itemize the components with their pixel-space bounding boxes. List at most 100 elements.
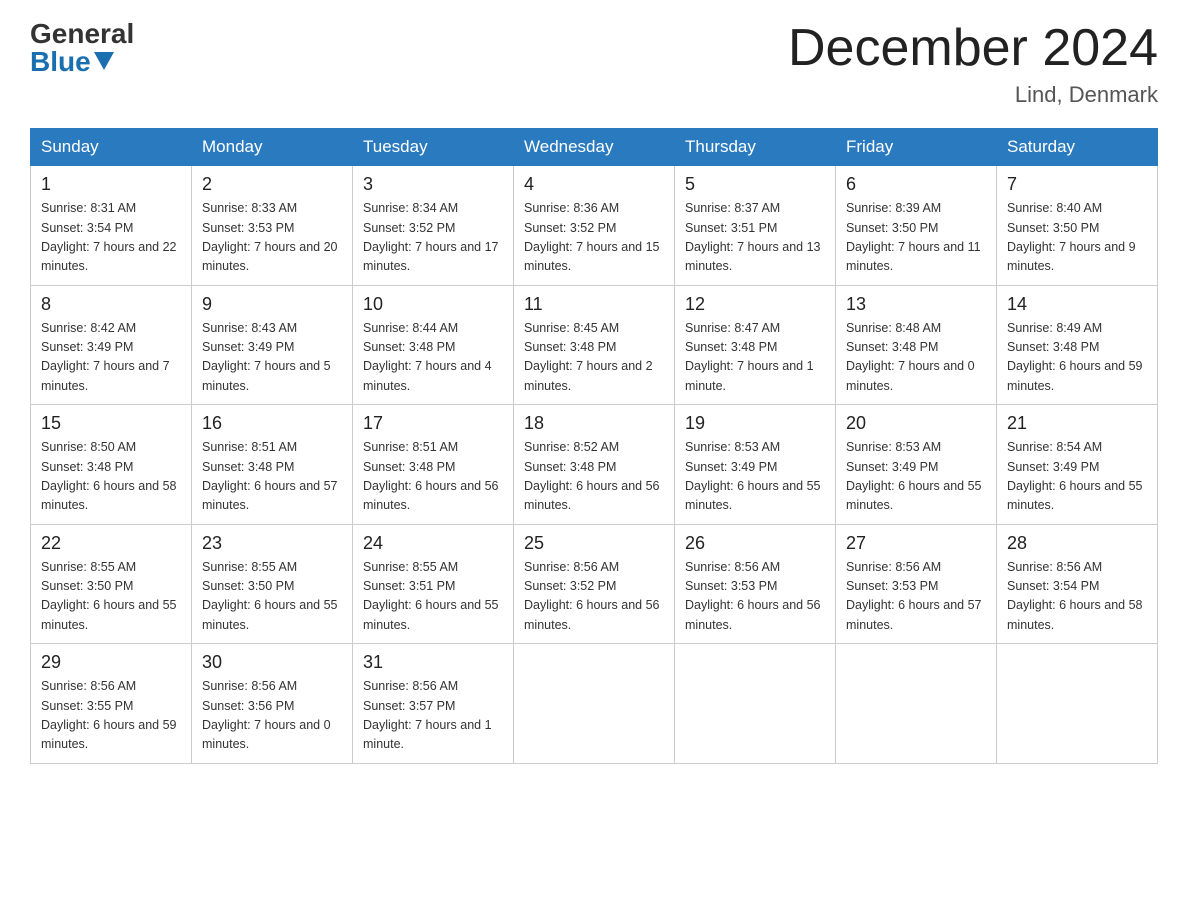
day-number: 1 bbox=[41, 174, 181, 195]
table-row: 23 Sunrise: 8:55 AM Sunset: 3:50 PM Dayl… bbox=[192, 524, 353, 644]
table-row: 28 Sunrise: 8:56 AM Sunset: 3:54 PM Dayl… bbox=[997, 524, 1158, 644]
table-row: 15 Sunrise: 8:50 AM Sunset: 3:48 PM Dayl… bbox=[31, 405, 192, 525]
day-info: Sunrise: 8:36 AM Sunset: 3:52 PM Dayligh… bbox=[524, 199, 664, 277]
table-row: 20 Sunrise: 8:53 AM Sunset: 3:49 PM Dayl… bbox=[836, 405, 997, 525]
table-row: 14 Sunrise: 8:49 AM Sunset: 3:48 PM Dayl… bbox=[997, 285, 1158, 405]
day-info: Sunrise: 8:55 AM Sunset: 3:51 PM Dayligh… bbox=[363, 558, 503, 636]
page-header: General Blue December 2024 Lind, Denmark bbox=[30, 20, 1158, 108]
table-row bbox=[836, 644, 997, 764]
day-number: 11 bbox=[524, 294, 664, 315]
day-number: 24 bbox=[363, 533, 503, 554]
day-number: 3 bbox=[363, 174, 503, 195]
day-number: 10 bbox=[363, 294, 503, 315]
col-thursday: Thursday bbox=[675, 129, 836, 166]
day-info: Sunrise: 8:34 AM Sunset: 3:52 PM Dayligh… bbox=[363, 199, 503, 277]
month-title: December 2024 bbox=[788, 20, 1158, 77]
day-number: 18 bbox=[524, 413, 664, 434]
day-number: 31 bbox=[363, 652, 503, 673]
day-number: 12 bbox=[685, 294, 825, 315]
day-number: 9 bbox=[202, 294, 342, 315]
calendar-table: Sunday Monday Tuesday Wednesday Thursday… bbox=[30, 128, 1158, 764]
table-row: 10 Sunrise: 8:44 AM Sunset: 3:48 PM Dayl… bbox=[353, 285, 514, 405]
day-info: Sunrise: 8:51 AM Sunset: 3:48 PM Dayligh… bbox=[363, 438, 503, 516]
table-row: 16 Sunrise: 8:51 AM Sunset: 3:48 PM Dayl… bbox=[192, 405, 353, 525]
table-row: 17 Sunrise: 8:51 AM Sunset: 3:48 PM Dayl… bbox=[353, 405, 514, 525]
day-info: Sunrise: 8:49 AM Sunset: 3:48 PM Dayligh… bbox=[1007, 319, 1147, 397]
table-row: 27 Sunrise: 8:56 AM Sunset: 3:53 PM Dayl… bbox=[836, 524, 997, 644]
table-row: 19 Sunrise: 8:53 AM Sunset: 3:49 PM Dayl… bbox=[675, 405, 836, 525]
table-row: 2 Sunrise: 8:33 AM Sunset: 3:53 PM Dayli… bbox=[192, 166, 353, 286]
table-row: 24 Sunrise: 8:55 AM Sunset: 3:51 PM Dayl… bbox=[353, 524, 514, 644]
day-info: Sunrise: 8:37 AM Sunset: 3:51 PM Dayligh… bbox=[685, 199, 825, 277]
day-info: Sunrise: 8:54 AM Sunset: 3:49 PM Dayligh… bbox=[1007, 438, 1147, 516]
day-info: Sunrise: 8:33 AM Sunset: 3:53 PM Dayligh… bbox=[202, 199, 342, 277]
day-number: 6 bbox=[846, 174, 986, 195]
day-number: 2 bbox=[202, 174, 342, 195]
calendar-week-row: 15 Sunrise: 8:50 AM Sunset: 3:48 PM Dayl… bbox=[31, 405, 1158, 525]
col-sunday: Sunday bbox=[31, 129, 192, 166]
day-number: 19 bbox=[685, 413, 825, 434]
day-number: 5 bbox=[685, 174, 825, 195]
col-monday: Monday bbox=[192, 129, 353, 166]
table-row bbox=[997, 644, 1158, 764]
day-number: 30 bbox=[202, 652, 342, 673]
col-friday: Friday bbox=[836, 129, 997, 166]
day-info: Sunrise: 8:50 AM Sunset: 3:48 PM Dayligh… bbox=[41, 438, 181, 516]
table-row: 9 Sunrise: 8:43 AM Sunset: 3:49 PM Dayli… bbox=[192, 285, 353, 405]
day-number: 22 bbox=[41, 533, 181, 554]
col-tuesday: Tuesday bbox=[353, 129, 514, 166]
day-info: Sunrise: 8:56 AM Sunset: 3:56 PM Dayligh… bbox=[202, 677, 342, 755]
table-row: 3 Sunrise: 8:34 AM Sunset: 3:52 PM Dayli… bbox=[353, 166, 514, 286]
day-info: Sunrise: 8:55 AM Sunset: 3:50 PM Dayligh… bbox=[202, 558, 342, 636]
calendar-week-row: 22 Sunrise: 8:55 AM Sunset: 3:50 PM Dayl… bbox=[31, 524, 1158, 644]
day-info: Sunrise: 8:40 AM Sunset: 3:50 PM Dayligh… bbox=[1007, 199, 1147, 277]
day-number: 25 bbox=[524, 533, 664, 554]
table-row: 26 Sunrise: 8:56 AM Sunset: 3:53 PM Dayl… bbox=[675, 524, 836, 644]
day-info: Sunrise: 8:31 AM Sunset: 3:54 PM Dayligh… bbox=[41, 199, 181, 277]
day-number: 15 bbox=[41, 413, 181, 434]
day-info: Sunrise: 8:55 AM Sunset: 3:50 PM Dayligh… bbox=[41, 558, 181, 636]
table-row bbox=[514, 644, 675, 764]
location-label: Lind, Denmark bbox=[788, 82, 1158, 108]
table-row: 8 Sunrise: 8:42 AM Sunset: 3:49 PM Dayli… bbox=[31, 285, 192, 405]
table-row: 22 Sunrise: 8:55 AM Sunset: 3:50 PM Dayl… bbox=[31, 524, 192, 644]
day-info: Sunrise: 8:56 AM Sunset: 3:53 PM Dayligh… bbox=[846, 558, 986, 636]
col-saturday: Saturday bbox=[997, 129, 1158, 166]
logo-general-text: General bbox=[30, 20, 134, 48]
day-info: Sunrise: 8:43 AM Sunset: 3:49 PM Dayligh… bbox=[202, 319, 342, 397]
table-row: 18 Sunrise: 8:52 AM Sunset: 3:48 PM Dayl… bbox=[514, 405, 675, 525]
table-row: 25 Sunrise: 8:56 AM Sunset: 3:52 PM Dayl… bbox=[514, 524, 675, 644]
table-row bbox=[675, 644, 836, 764]
table-row: 31 Sunrise: 8:56 AM Sunset: 3:57 PM Dayl… bbox=[353, 644, 514, 764]
day-number: 4 bbox=[524, 174, 664, 195]
day-info: Sunrise: 8:56 AM Sunset: 3:52 PM Dayligh… bbox=[524, 558, 664, 636]
day-info: Sunrise: 8:48 AM Sunset: 3:48 PM Dayligh… bbox=[846, 319, 986, 397]
day-info: Sunrise: 8:56 AM Sunset: 3:54 PM Dayligh… bbox=[1007, 558, 1147, 636]
calendar-week-row: 1 Sunrise: 8:31 AM Sunset: 3:54 PM Dayli… bbox=[31, 166, 1158, 286]
day-info: Sunrise: 8:52 AM Sunset: 3:48 PM Dayligh… bbox=[524, 438, 664, 516]
logo-triangle-icon bbox=[94, 52, 114, 70]
day-number: 14 bbox=[1007, 294, 1147, 315]
table-row: 11 Sunrise: 8:45 AM Sunset: 3:48 PM Dayl… bbox=[514, 285, 675, 405]
table-row: 1 Sunrise: 8:31 AM Sunset: 3:54 PM Dayli… bbox=[31, 166, 192, 286]
day-number: 27 bbox=[846, 533, 986, 554]
calendar-week-row: 29 Sunrise: 8:56 AM Sunset: 3:55 PM Dayl… bbox=[31, 644, 1158, 764]
title-area: December 2024 Lind, Denmark bbox=[788, 20, 1158, 108]
table-row: 5 Sunrise: 8:37 AM Sunset: 3:51 PM Dayli… bbox=[675, 166, 836, 286]
day-info: Sunrise: 8:44 AM Sunset: 3:48 PM Dayligh… bbox=[363, 319, 503, 397]
day-number: 8 bbox=[41, 294, 181, 315]
day-number: 29 bbox=[41, 652, 181, 673]
table-row: 30 Sunrise: 8:56 AM Sunset: 3:56 PM Dayl… bbox=[192, 644, 353, 764]
table-row: 29 Sunrise: 8:56 AM Sunset: 3:55 PM Dayl… bbox=[31, 644, 192, 764]
day-number: 28 bbox=[1007, 533, 1147, 554]
calendar-week-row: 8 Sunrise: 8:42 AM Sunset: 3:49 PM Dayli… bbox=[31, 285, 1158, 405]
day-number: 13 bbox=[846, 294, 986, 315]
col-wednesday: Wednesday bbox=[514, 129, 675, 166]
day-number: 16 bbox=[202, 413, 342, 434]
table-row: 21 Sunrise: 8:54 AM Sunset: 3:49 PM Dayl… bbox=[997, 405, 1158, 525]
day-number: 7 bbox=[1007, 174, 1147, 195]
day-number: 26 bbox=[685, 533, 825, 554]
table-row: 12 Sunrise: 8:47 AM Sunset: 3:48 PM Dayl… bbox=[675, 285, 836, 405]
table-row: 13 Sunrise: 8:48 AM Sunset: 3:48 PM Dayl… bbox=[836, 285, 997, 405]
day-info: Sunrise: 8:53 AM Sunset: 3:49 PM Dayligh… bbox=[846, 438, 986, 516]
